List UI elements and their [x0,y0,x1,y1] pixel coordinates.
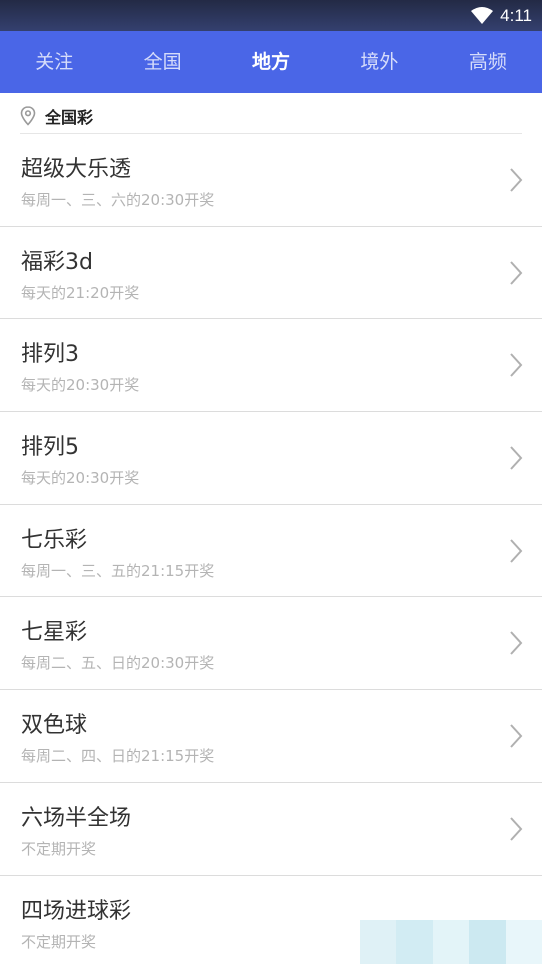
lottery-item-qixingcai[interactable]: 七星彩 每周二、五、日的20:30开奖 [0,597,542,691]
lottery-schedule: 每天的20:30开奖 [21,376,140,395]
chevron-right-icon [510,168,523,192]
lottery-schedule: 每周二、五、日的20:30开奖 [21,654,215,673]
section-header: 全国彩 [20,103,522,134]
lottery-item-pailie3[interactable]: 排列3 每天的20:30开奖 [0,319,542,413]
tab-bar: 关注 全国 地方 境外 高频 [0,31,542,93]
watermark-overlay [360,920,542,964]
tab-high-frequency[interactable]: 高频 [434,31,542,93]
tab-follow[interactable]: 关注 [0,31,108,93]
lottery-item-super-lotto[interactable]: 超级大乐透 每周一、三、六的20:30开奖 [0,134,542,227]
chevron-right-icon [510,539,523,563]
lottery-item-fc3d[interactable]: 福彩3d 每天的21:20开奖 [0,227,542,320]
section-title: 全国彩 [45,108,94,127]
status-time: 4:11 [500,5,532,25]
lottery-name: 福彩3d [21,249,93,275]
lottery-name: 超级大乐透 [21,157,132,182]
lottery-name: 排列3 [21,342,79,368]
lottery-name: 双色球 [21,713,88,739]
chevron-right-icon [510,446,523,470]
lottery-schedule: 不定期开奖 [21,839,97,858]
lottery-name: 排列5 [21,435,79,461]
lottery-item-pailie5[interactable]: 排列5 每天的20:30开奖 [0,412,542,505]
tab-national[interactable]: 全国 [108,31,216,93]
lottery-schedule: 每周一、三、五的21:15开奖 [21,561,215,580]
lottery-schedule: 不定期开奖 [21,932,97,951]
lottery-name: 七星彩 [21,620,88,646]
chevron-right-icon [510,724,523,748]
tab-local[interactable]: 地方 [217,31,325,93]
lottery-item-six-halftime[interactable]: 六场半全场 不定期开奖 [0,783,542,876]
lottery-name: 七乐彩 [21,527,88,553]
lottery-name: 四场进球彩 [21,898,132,924]
lottery-item-qilecai[interactable]: 七乐彩 每周一、三、五的21:15开奖 [0,505,542,598]
lottery-schedule: 每周一、三、六的20:30开奖 [21,191,215,209]
lottery-item-shuangseqiu[interactable]: 双色球 每周二、四、日的21:15开奖 [0,690,542,783]
chevron-right-icon [510,261,523,285]
wifi-icon [471,6,494,24]
chevron-right-icon [510,353,523,378]
lottery-name: 六场半全场 [21,805,132,831]
location-pin-icon [20,106,36,126]
lottery-schedule: 每周二、四、日的21:15开奖 [21,747,215,766]
chevron-right-icon [510,817,523,841]
lottery-schedule: 每天的20:30开奖 [21,469,140,488]
tab-overseas[interactable]: 境外 [325,31,433,93]
status-bar: 4:11 [0,0,542,31]
chevron-right-icon [510,631,523,656]
lottery-list: 超级大乐透 每周一、三、六的20:30开奖 福彩3d 每天的21:20开奖 排列… [0,134,542,964]
lottery-schedule: 每天的21:20开奖 [21,283,140,302]
